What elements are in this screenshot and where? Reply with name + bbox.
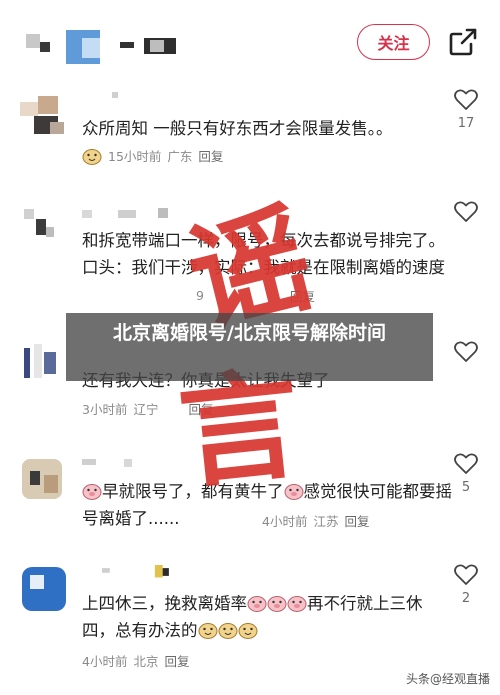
comment-meta: 4小时前 江苏 回复 <box>262 511 369 530</box>
dog-face-emoji <box>218 623 237 639</box>
comment-meta: 4小时前 北京 回复 <box>82 651 189 670</box>
pig-face-emoji <box>82 148 102 165</box>
comment-location: 辽宁 <box>133 402 159 417</box>
like-control[interactable]: 2 <box>450 563 482 606</box>
blurred-nickname[interactable] <box>82 455 142 469</box>
comment-time: 4小时前 <box>262 514 308 529</box>
reply-link[interactable]: 回复 <box>290 286 315 305</box>
avatar[interactable] <box>20 205 70 255</box>
dog-face-emoji <box>198 623 217 639</box>
pig-face-emoji <box>267 596 287 612</box>
blurred-nickname[interactable] <box>82 208 192 222</box>
comment-meta: 9 回复 <box>196 286 315 305</box>
like-control[interactable]: 17 <box>450 88 482 131</box>
comment-time: 15小时前 <box>108 149 162 164</box>
comment-time: 9 <box>196 288 204 303</box>
blurred-nickname[interactable] <box>82 90 142 104</box>
reply-link[interactable]: 回复 <box>198 146 223 165</box>
title-banner: 北京离婚限号/北京限号解除时间 <box>66 313 433 381</box>
comment-time: 4小时前 <box>82 654 128 669</box>
pig-face-emoji <box>82 484 102 500</box>
reply-link[interactable]: 回复 <box>344 511 369 530</box>
reply-link[interactable]: 回复 <box>188 399 213 418</box>
comment-location: 广东 <box>167 149 193 164</box>
like-count: 2 <box>461 591 471 606</box>
like-control[interactable]: 5 <box>450 452 482 495</box>
avatar[interactable] <box>20 455 70 505</box>
share-icon[interactable] <box>447 26 479 58</box>
blurred-nickname[interactable] <box>82 565 192 579</box>
like-control[interactable] <box>450 340 482 364</box>
comment-location: 江苏 <box>313 514 339 529</box>
like-count: 17 <box>457 116 475 131</box>
pig-face-emoji <box>284 484 303 500</box>
watermark-text: 头条@经观直播 <box>405 672 490 686</box>
comment-meta: 15小时前 广东 回复 <box>82 146 223 165</box>
pig-face-emoji <box>247 596 267 612</box>
reply-link[interactable]: 回复 <box>164 651 189 670</box>
comment-text-part: 早就限号了，都有黄牛了 <box>102 482 284 501</box>
comment-text: 众所周知 一般只有好东西才会限量发售。。 <box>82 119 393 138</box>
heart-icon[interactable] <box>453 563 479 587</box>
watermark: 头条@经观直播 <box>406 670 490 687</box>
avatar[interactable] <box>20 565 70 615</box>
heart-icon[interactable] <box>453 340 479 364</box>
blurred-account-name <box>26 30 176 64</box>
comment-time: 3小时前 <box>82 402 128 417</box>
heart-icon[interactable] <box>453 200 479 224</box>
comment-text: 和拆宽带端口一样，限号，每次去都说号排完了。口头：我们干涉，实际：我就是在限制离… <box>82 231 445 277</box>
comment-text-part: 上四休三，挽救离婚率 <box>82 594 247 613</box>
follow-button[interactable]: 关注 <box>357 24 430 60</box>
avatar[interactable] <box>20 92 70 142</box>
heart-icon[interactable] <box>453 452 479 476</box>
heart-icon[interactable] <box>453 88 479 112</box>
pig-face-emoji <box>287 596 307 612</box>
comment-meta: 3小时前 辽宁 回复 <box>82 399 213 418</box>
comment-location: 北京 <box>133 654 159 669</box>
dog-face-emoji <box>238 623 257 639</box>
like-count: 5 <box>461 480 471 495</box>
comment-text: 上四休三，挽救离婚率 再不行就上三休四，总有办法的 <box>82 590 452 644</box>
avatar[interactable] <box>20 340 70 390</box>
like-control[interactable] <box>450 200 482 224</box>
